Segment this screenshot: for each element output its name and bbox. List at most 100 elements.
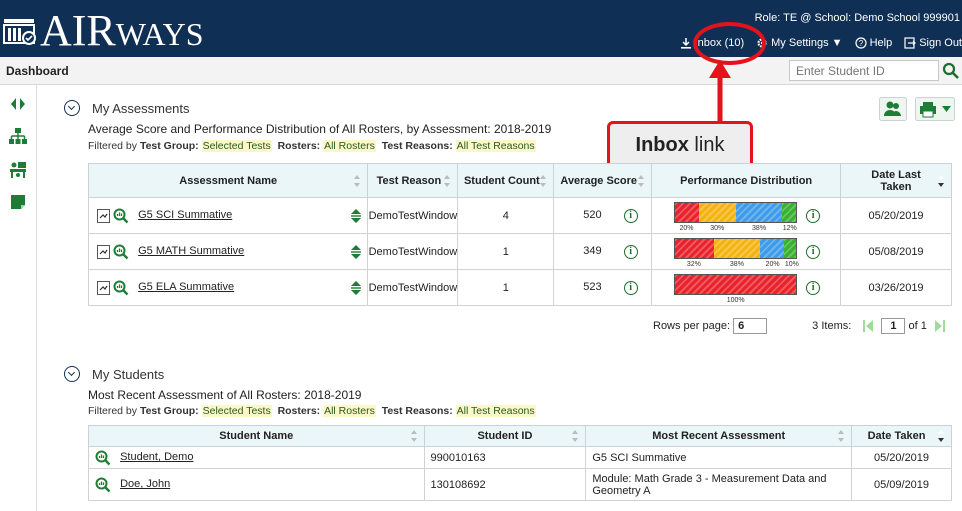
search-icon[interactable] bbox=[941, 61, 961, 81]
assessments-table: Assessment Name Test Reason Student Coun… bbox=[87, 163, 952, 306]
test-reason-cell: DemoTestWindow bbox=[367, 233, 459, 270]
student-id-input[interactable] bbox=[789, 60, 939, 81]
help-icon: ? bbox=[854, 37, 867, 49]
reorder-handle-icon[interactable] bbox=[351, 245, 362, 259]
my-settings-menu[interactable]: My Settings ▼ bbox=[756, 37, 843, 49]
student-id-cell: 990010163 bbox=[423, 446, 587, 469]
sign-out-link[interactable]: Sign Out bbox=[904, 37, 962, 49]
my-students-subtitle: Most Recent Assessment of All Rosters: 2… bbox=[88, 388, 362, 402]
col-assessment-name[interactable]: Assessment Name bbox=[87, 163, 369, 198]
distribution-bar bbox=[674, 202, 798, 223]
students-group-icon[interactable] bbox=[879, 97, 907, 121]
magnifier-report-icon[interactable] bbox=[95, 450, 111, 466]
assessment-name-cell: G5 SCI Summative bbox=[87, 197, 369, 234]
distribution-percent-label: 20% bbox=[765, 261, 780, 268]
assessments-filter-line: Filtered by Test Group: Selected Tests R… bbox=[88, 140, 536, 152]
date-last-taken-cell: 05/08/2019 bbox=[840, 233, 952, 270]
student-name-cell: Student, Demo bbox=[88, 446, 425, 469]
distribution-segment bbox=[699, 203, 736, 222]
info-icon[interactable]: i bbox=[806, 208, 821, 223]
rows-per-page-input[interactable]: 6 bbox=[733, 318, 768, 334]
col-date-last-taken[interactable]: Date Last Taken bbox=[840, 163, 952, 198]
student-row: Doe, John 130108692 Module: Math Grade 3 -… bbox=[88, 468, 952, 501]
report-doc-icon[interactable] bbox=[97, 244, 110, 259]
info-icon[interactable]: i bbox=[806, 280, 821, 295]
distribution-bar bbox=[674, 274, 798, 295]
distribution-percent-label: 10% bbox=[784, 261, 799, 268]
expand-collapse-icon[interactable] bbox=[9, 95, 27, 113]
col-most-recent-assessment[interactable]: Most Recent Assessment bbox=[585, 425, 853, 447]
app-logo[interactable]: AIRWAYS bbox=[40, 8, 204, 57]
notes-icon[interactable] bbox=[9, 193, 27, 211]
distribution-percent-label: 30% bbox=[710, 225, 725, 232]
my-students-title: My Students bbox=[92, 367, 165, 382]
student-link[interactable]: Student, Demo bbox=[120, 451, 193, 463]
col-student-name[interactable]: Student Name bbox=[88, 425, 425, 447]
average-score-cell: 523 i bbox=[553, 269, 653, 306]
first-page-icon[interactable] bbox=[860, 319, 874, 333]
assessment-link[interactable]: G5 ELA Summative bbox=[138, 281, 234, 293]
hierarchy-icon[interactable] bbox=[9, 127, 27, 145]
info-icon[interactable]: i bbox=[623, 280, 638, 295]
magnifier-report-icon[interactable] bbox=[113, 208, 129, 224]
date-last-taken-cell: 03/26/2019 bbox=[840, 269, 952, 306]
my-students-collapse-icon[interactable] bbox=[64, 366, 80, 382]
date-last-taken-cell: 05/20/2019 bbox=[840, 197, 952, 234]
magnifier-report-icon[interactable] bbox=[113, 280, 129, 296]
assessment-link[interactable]: G5 SCI Summative bbox=[138, 209, 232, 221]
distribution-segment bbox=[781, 203, 797, 222]
performance-distribution-cell: i 20% 30% 38% 12% bbox=[651, 197, 842, 234]
col-test-reason[interactable]: Test Reason bbox=[367, 163, 459, 198]
average-score-cell: 349 i bbox=[553, 233, 653, 270]
page-title: Dashboard bbox=[6, 64, 69, 78]
reorder-handle-icon[interactable] bbox=[351, 209, 362, 223]
callout-arrow bbox=[709, 60, 731, 126]
page-number-input[interactable]: 1 bbox=[881, 318, 906, 334]
distribution-segment bbox=[675, 203, 700, 222]
assessment-row: G5 ELA Summative DemoTestWindow 1 523 i i 100%… bbox=[87, 269, 952, 306]
info-icon[interactable]: i bbox=[623, 244, 638, 259]
student-name-cell: Doe, John bbox=[88, 468, 425, 501]
students-filter-line: Filtered by Test Group: Selected Tests R… bbox=[88, 405, 536, 417]
student-count-cell: 1 bbox=[457, 269, 555, 306]
distribution-segment bbox=[713, 239, 760, 258]
most-recent-assessment-cell: G5 SCI Summative bbox=[585, 446, 853, 469]
student-row: Student, Demo 990010163 G5 SCI Summative 05… bbox=[88, 446, 952, 469]
my-assessments-subtitle: Average Score and Performance Distributi… bbox=[88, 122, 552, 136]
distribution-bar bbox=[674, 238, 798, 259]
magnifier-report-icon[interactable] bbox=[95, 477, 111, 493]
distribution-segment bbox=[675, 275, 797, 294]
distribution-percent-label: 38% bbox=[752, 225, 767, 232]
my-assessments-collapse-icon[interactable] bbox=[64, 100, 80, 116]
inbox-callout: Inbox link bbox=[607, 121, 753, 169]
col-performance-distribution: Performance Distribution bbox=[651, 163, 842, 198]
print-menu-icon[interactable] bbox=[915, 97, 955, 121]
distribution-percent-label: 32% bbox=[686, 261, 701, 268]
help-link[interactable]: ? Help bbox=[854, 37, 892, 49]
students-table: Student Name Student ID Most Recent Asse… bbox=[88, 425, 952, 501]
col-student-count[interactable]: Student Count bbox=[457, 163, 555, 198]
distribution-percent-label: 38% bbox=[729, 261, 744, 268]
info-icon[interactable]: i bbox=[623, 208, 638, 223]
distribution-segment bbox=[735, 203, 782, 222]
col-date-taken[interactable]: Date Taken bbox=[851, 425, 952, 447]
report-doc-icon[interactable] bbox=[97, 208, 110, 223]
distribution-segment bbox=[759, 239, 785, 258]
average-score-cell: 520 i bbox=[553, 197, 653, 234]
assessment-link[interactable]: G5 MATH Summative bbox=[138, 245, 244, 257]
most-recent-assessment-cell: Module: Math Grade 3 - Measurement Data … bbox=[585, 468, 853, 501]
left-sidebar bbox=[0, 85, 37, 511]
magnifier-report-icon[interactable] bbox=[113, 244, 129, 260]
info-icon[interactable]: i bbox=[806, 244, 821, 259]
report-doc-icon[interactable] bbox=[97, 280, 110, 295]
col-average-score[interactable]: Average Score bbox=[553, 163, 653, 198]
col-student-id[interactable]: Student ID bbox=[423, 425, 587, 447]
role-label: Role: TE @ School: Demo School 999901 bbox=[754, 12, 960, 24]
student-count-cell: 4 bbox=[457, 197, 555, 234]
student-count-cell: 1 bbox=[457, 233, 555, 270]
student-link[interactable]: Doe, John bbox=[120, 478, 170, 490]
last-page-icon[interactable] bbox=[934, 319, 948, 333]
distribution-labels: 32% 38% 20% 10% bbox=[674, 261, 799, 268]
classroom-icon[interactable] bbox=[9, 161, 27, 179]
reorder-handle-icon[interactable] bbox=[351, 281, 362, 295]
